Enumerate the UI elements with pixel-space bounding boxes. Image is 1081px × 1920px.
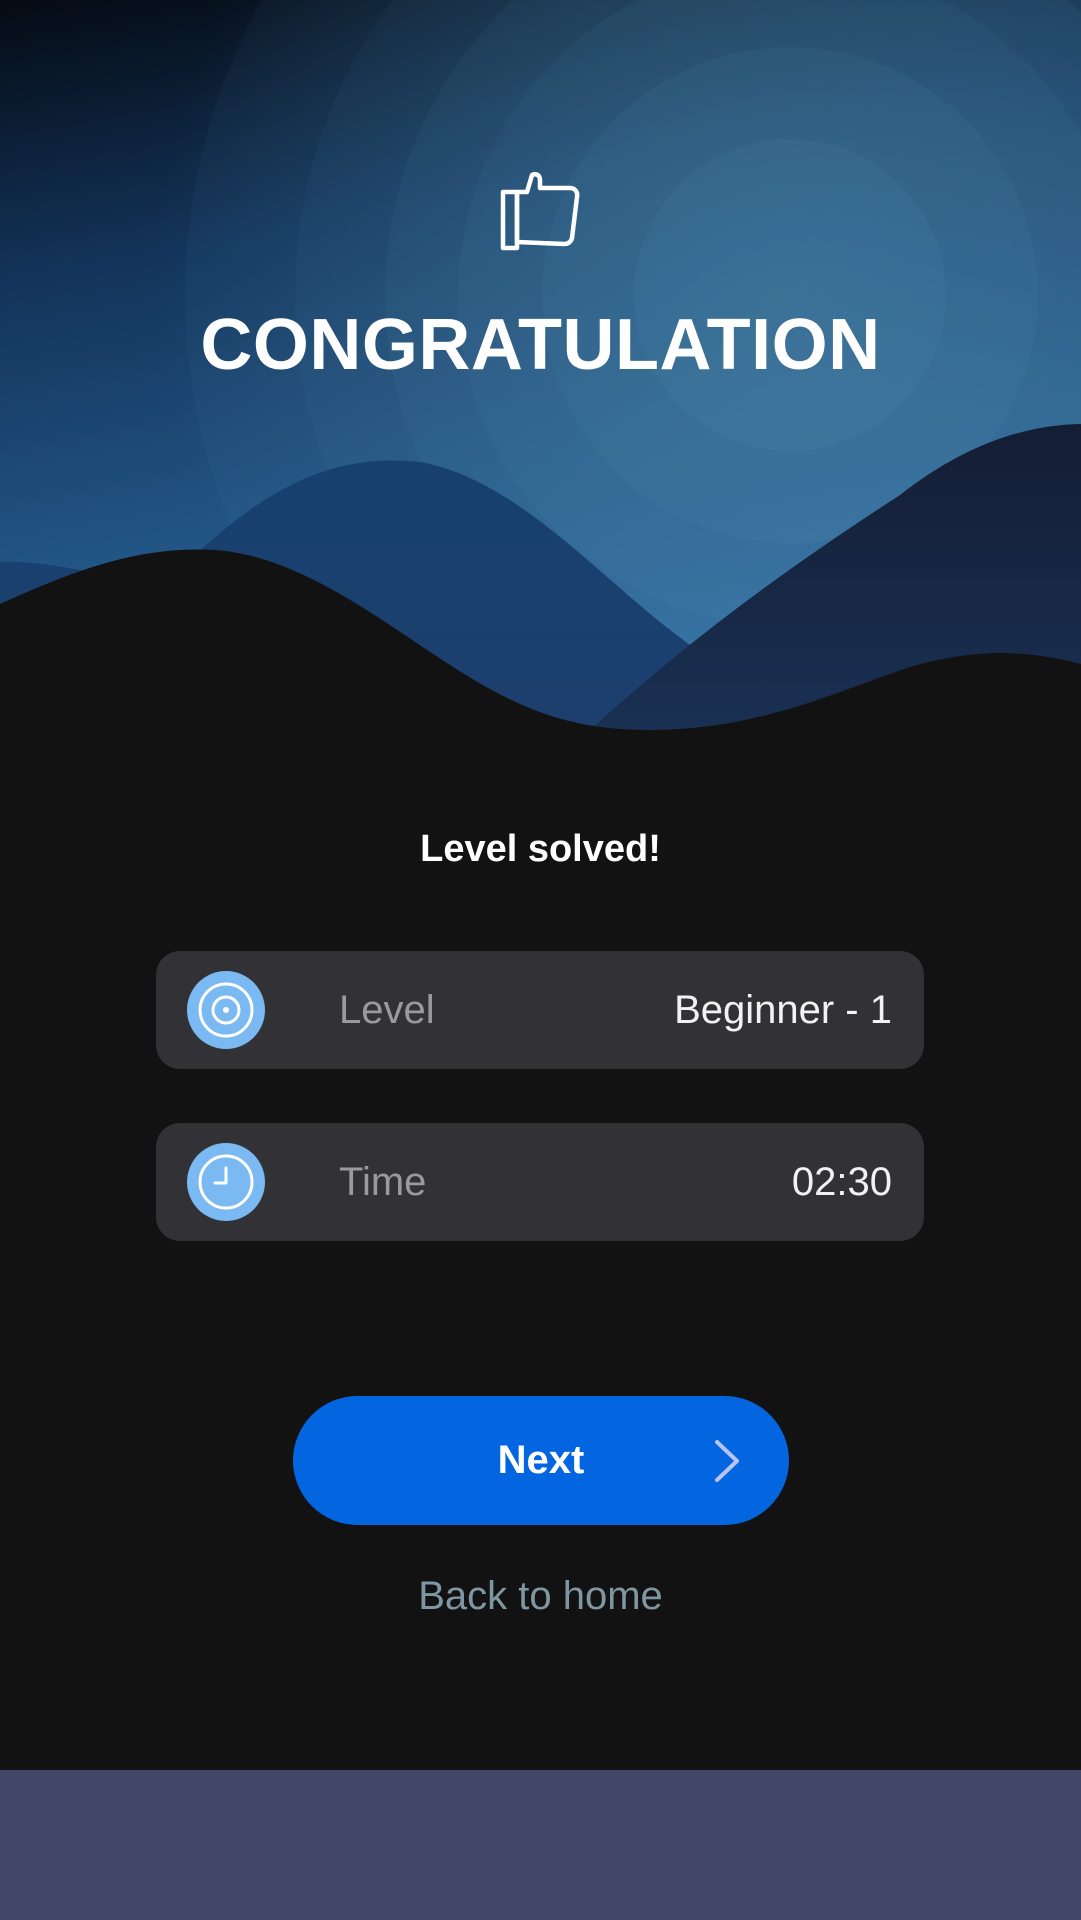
time-value: 02:30 [791, 1160, 892, 1204]
level-label: Level [339, 988, 435, 1032]
level-stat-card: Level Beginner - 1 [156, 951, 924, 1069]
time-stat-card: Time 02:30 [156, 1123, 924, 1241]
thumbs-up-icon [500, 171, 580, 252]
target-icon [187, 971, 265, 1049]
page-title: CONGRATULATION [200, 305, 881, 385]
result-message: Level solved! [420, 828, 661, 870]
back-to-home-link[interactable]: Back to home [0, 1570, 1081, 1622]
clock-icon [187, 1143, 265, 1221]
chevron-right-icon [715, 1440, 739, 1482]
level-value: Beginner - 1 [674, 988, 892, 1032]
bottom-bar [0, 1770, 1081, 1920]
time-label: Time [339, 1160, 427, 1204]
level-complete-screen: CONGRATULATION Level solved! Level Begin… [0, 0, 1081, 1920]
next-button[interactable]: Next [293, 1396, 789, 1525]
